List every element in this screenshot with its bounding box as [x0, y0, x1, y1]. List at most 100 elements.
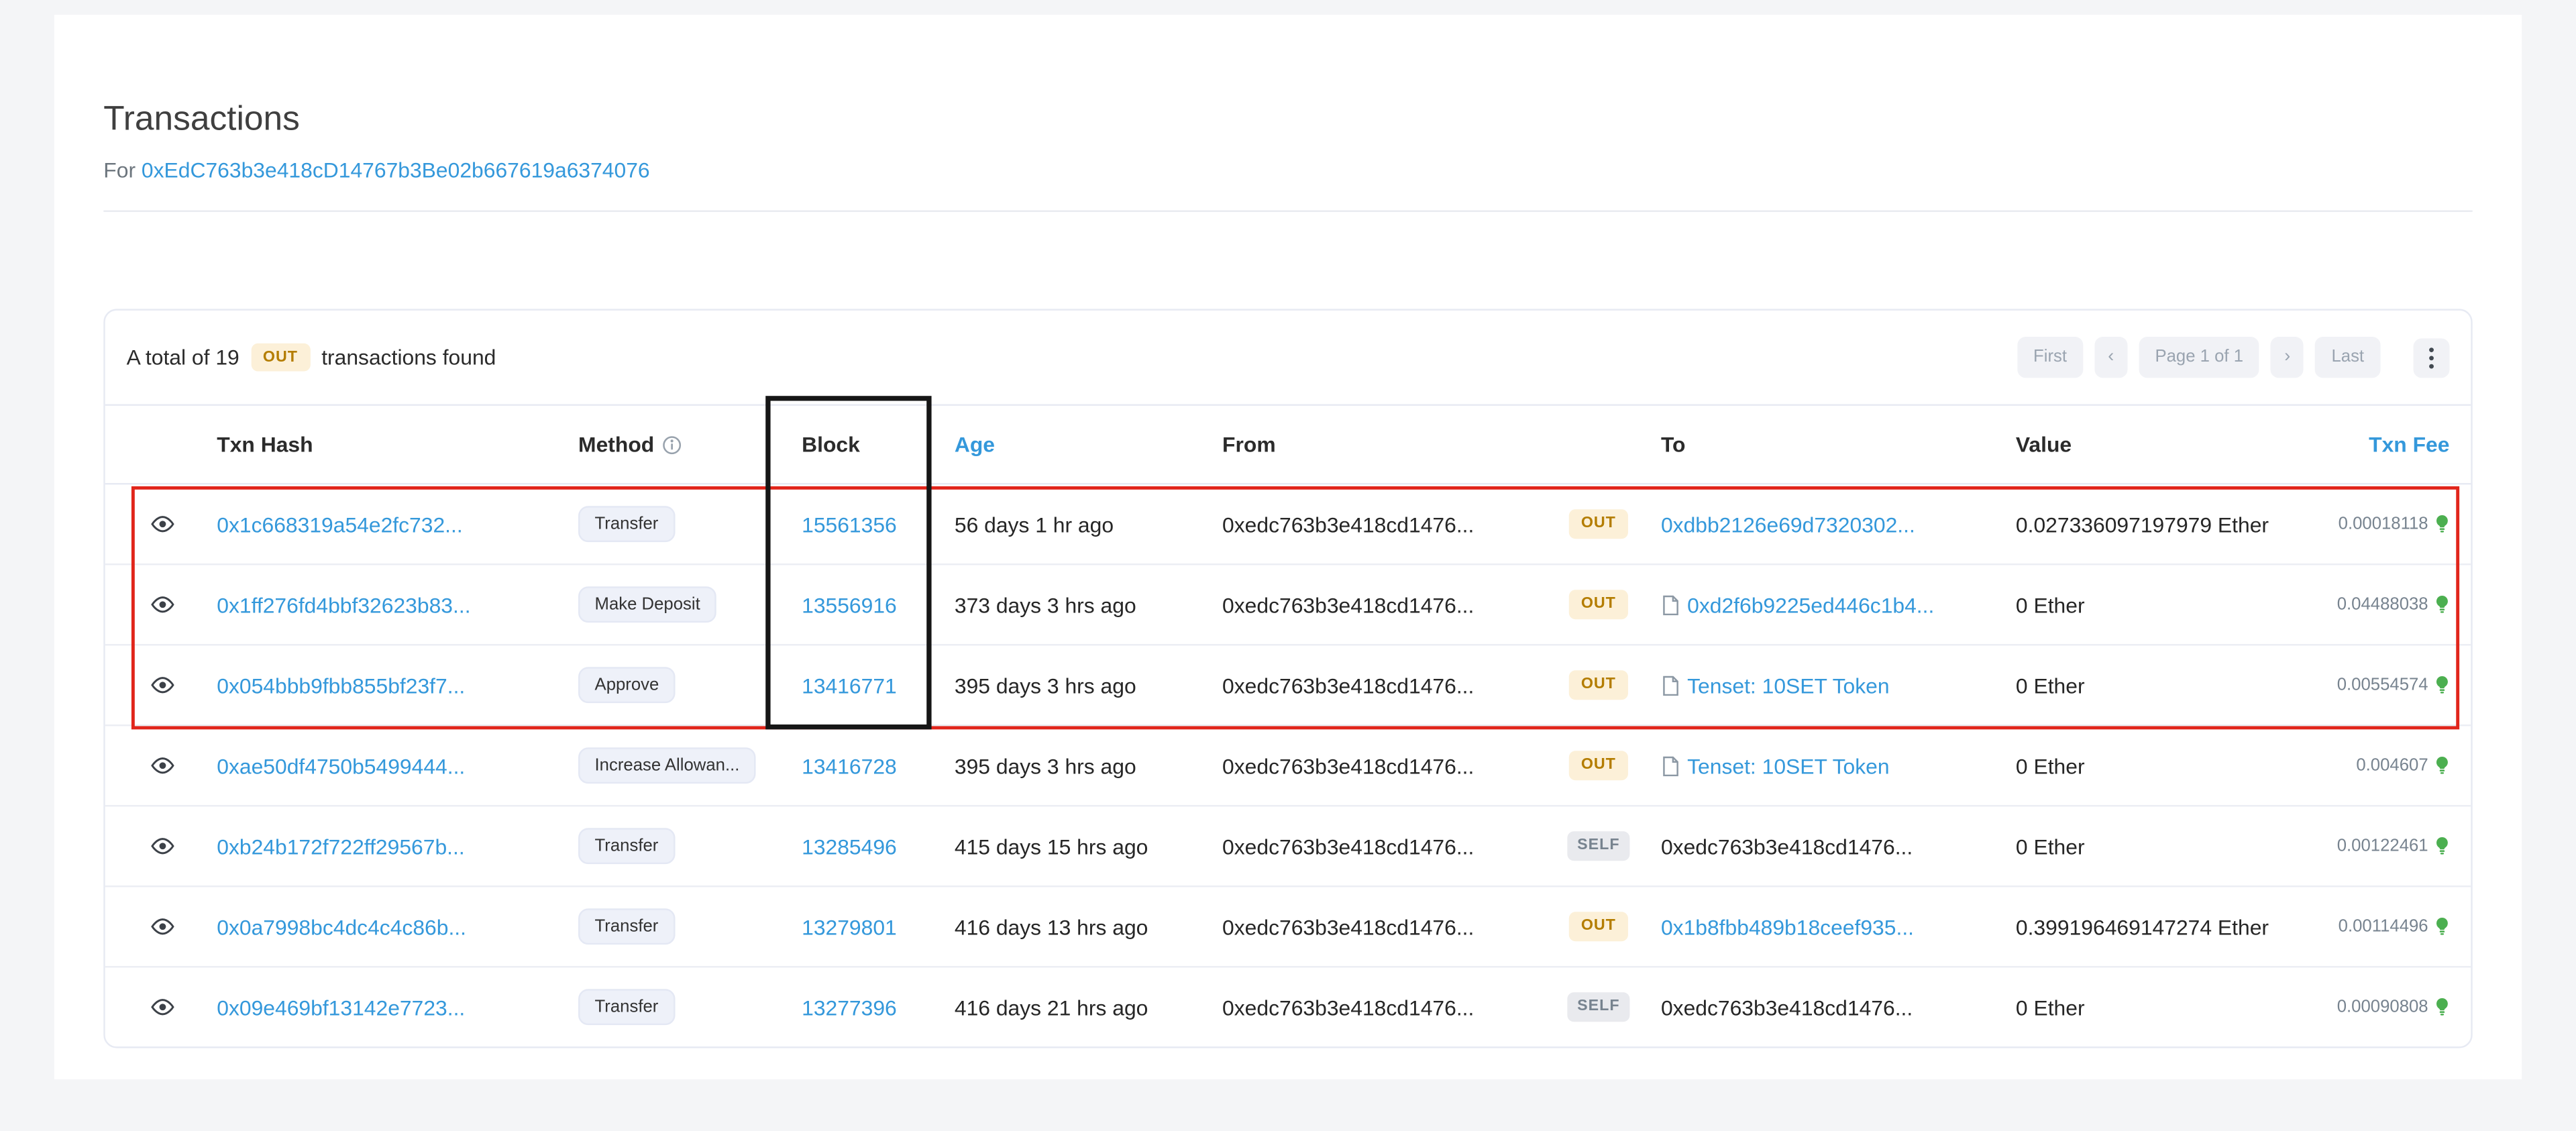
header-age-sort-link[interactable]: Age: [938, 432, 1211, 457]
pagination-last-button[interactable]: Last: [2315, 337, 2381, 378]
view-transaction-button[interactable]: [146, 753, 179, 779]
direction-badge: OUT: [1569, 590, 1628, 619]
txn-fee-text: 0.004607: [2356, 756, 2428, 775]
view-transaction-button[interactable]: [146, 511, 179, 537]
pagination-first-button[interactable]: First: [2017, 337, 2084, 378]
direction-badge: SELF: [1567, 832, 1629, 861]
txn-fee-text: 0.04488038: [2337, 595, 2428, 614]
pagination: First ‹ Page 1 of 1 › Last: [2017, 337, 2450, 378]
from-address: 0xedc763b3e418cd1476...: [1222, 592, 1474, 617]
to-address-link[interactable]: 0xedc763b3e418cd1476...: [1661, 834, 1913, 859]
method-badge: Transfer: [578, 989, 675, 1026]
txn-fee-text: 0.00090808: [2337, 998, 2428, 1017]
eye-icon: [150, 998, 176, 1017]
txn-hash-link[interactable]: 0x0a7998bc4dc4c4c86b...: [217, 914, 466, 939]
table-row: 0x1c668319a54e2fc732... Transfer 1556135…: [105, 484, 2471, 565]
document-icon: [1661, 674, 1679, 696]
method-badge: Make Deposit: [578, 586, 716, 623]
page-header: Transactions For 0xEdC763b3e418cD14767b3…: [54, 15, 2522, 212]
block-link[interactable]: 13556916: [802, 592, 897, 617]
to-address-link[interactable]: 0xdbb2126e69d7320302...: [1661, 512, 1915, 537]
method-badge: Transfer: [578, 908, 675, 945]
table-row: 0xb24b172f722ff29567b... Transfer 132854…: [105, 806, 2471, 887]
table-row: 0x1ff276fd4bbf32623b83... Make Deposit 1…: [105, 565, 2471, 645]
method-badge: Transfer: [578, 828, 675, 865]
txn-hash-link[interactable]: 0x054bbb9fbb855bf23f7...: [217, 673, 465, 698]
green-bulb-icon: [2434, 837, 2449, 856]
block-link[interactable]: 13416771: [802, 673, 897, 698]
method-badge: Increase Allowan...: [578, 747, 756, 784]
direction-badge: SELF: [1567, 993, 1629, 1022]
from-address: 0xedc763b3e418cd1476...: [1222, 834, 1474, 859]
direction-badge: OUT: [1569, 912, 1628, 941]
results-summary: A total of 19 OUT transactions found: [127, 343, 496, 372]
view-transaction-button[interactable]: [146, 994, 179, 1020]
txn-hash-link[interactable]: 0x1ff276fd4bbf32623b83...: [217, 592, 470, 617]
txn-fee-text: 0.00114496: [2339, 917, 2428, 936]
from-address: 0xedc763b3e418cd1476...: [1222, 512, 1474, 537]
view-transaction-button[interactable]: [146, 833, 179, 859]
view-transaction-button[interactable]: [146, 592, 179, 618]
pagination-prev-button[interactable]: ‹: [2095, 337, 2127, 378]
header-txn-hash: Txn Hash: [199, 432, 560, 457]
value-text: 0 Ether: [2016, 592, 2085, 617]
txn-hash-link[interactable]: 0x1c668319a54e2fc732...: [217, 512, 462, 537]
green-bulb-icon: [2434, 756, 2449, 775]
block-link[interactable]: 13416728: [802, 753, 897, 778]
pagination-next-button[interactable]: ›: [2271, 337, 2304, 378]
from-address: 0xedc763b3e418cd1476...: [1222, 673, 1474, 698]
subtitle-prefix: For: [103, 158, 136, 182]
txn-fee-text: 0.00554574: [2337, 676, 2428, 695]
txn-hash-link[interactable]: 0x09e469bf13142e7723...: [217, 995, 465, 1020]
summary-suffix-text: transactions found: [321, 345, 496, 370]
page-subtitle: For 0xEdC763b3e418cD14767b3Be02b667619a6…: [103, 158, 2472, 182]
more-options-button[interactable]: [2414, 337, 2450, 377]
age-text: 395 days 3 hrs ago: [955, 753, 1136, 778]
info-circle-icon[interactable]: [662, 435, 682, 454]
eye-icon: [150, 595, 176, 614]
direction-badge: OUT: [1569, 510, 1628, 539]
to-address-link[interactable]: Tenset: 10SET Token: [1687, 673, 1889, 698]
header-method: Method: [560, 432, 784, 457]
transactions-table-body: 0x1c668319a54e2fc732... Transfer 1556135…: [105, 484, 2471, 1046]
table-row: 0x0a7998bc4dc4c4c86b... Transfer 1327980…: [105, 887, 2471, 967]
header-txn-fee-link[interactable]: Txn Fee: [2308, 432, 2450, 457]
age-text: 395 days 3 hrs ago: [955, 673, 1136, 698]
eye-icon: [150, 515, 176, 534]
block-link[interactable]: 15561356: [802, 512, 897, 537]
age-text: 56 days 1 hr ago: [955, 512, 1114, 537]
direction-badge: OUT: [1569, 751, 1628, 780]
summary-direction-badge: OUT: [251, 343, 310, 372]
green-bulb-icon: [2434, 515, 2449, 534]
account-address-link[interactable]: 0xEdC763b3e418cD14767b3Be02b667619a63740…: [142, 158, 650, 182]
content-surface: Transactions For 0xEdC763b3e418cD14767b3…: [54, 15, 2522, 1079]
green-bulb-icon: [2434, 998, 2449, 1017]
view-transaction-button[interactable]: [146, 672, 179, 698]
block-link[interactable]: 13285496: [802, 834, 897, 859]
green-bulb-icon: [2434, 676, 2449, 695]
txn-hash-link[interactable]: 0xae50df4750b5499444...: [217, 753, 465, 778]
header-method-label: Method: [578, 432, 654, 457]
view-transaction-button[interactable]: [146, 914, 179, 940]
header-block: Block: [784, 432, 938, 457]
method-badge: Transfer: [578, 506, 675, 543]
to-address-link[interactable]: 0xedc763b3e418cd1476...: [1661, 995, 1913, 1020]
age-text: 373 days 3 hrs ago: [955, 592, 1136, 617]
page-title: Transactions: [103, 100, 2472, 140]
transactions-table: Txn Hash Method Block Age From To: [105, 406, 2471, 1046]
to-address-link[interactable]: 0xd2f6b9225ed446c1b4...: [1687, 592, 1934, 617]
to-address-link[interactable]: Tenset: 10SET Token: [1687, 753, 1889, 778]
value-text: 0 Ether: [2016, 995, 2085, 1020]
block-link[interactable]: 13277396: [802, 995, 897, 1020]
value-text: 0 Ether: [2016, 673, 2085, 698]
age-text: 416 days 13 hrs ago: [955, 914, 1148, 939]
direction-badge: OUT: [1569, 671, 1628, 700]
txn-hash-link[interactable]: 0xb24b172f722ff29567b...: [217, 834, 464, 859]
to-address-link[interactable]: 0x1b8fbb489b18ceef935...: [1661, 914, 1914, 939]
table-row: 0x09e469bf13142e7723... Transfer 1327739…: [105, 967, 2471, 1046]
table-row: 0x054bbb9fbb855bf23f7... Approve 1341677…: [105, 645, 2471, 726]
txn-fee-text: 0.00018118: [2339, 515, 2428, 534]
block-link[interactable]: 13279801: [802, 914, 897, 939]
green-bulb-icon: [2434, 595, 2449, 614]
value-text: 0 Ether: [2016, 753, 2085, 778]
